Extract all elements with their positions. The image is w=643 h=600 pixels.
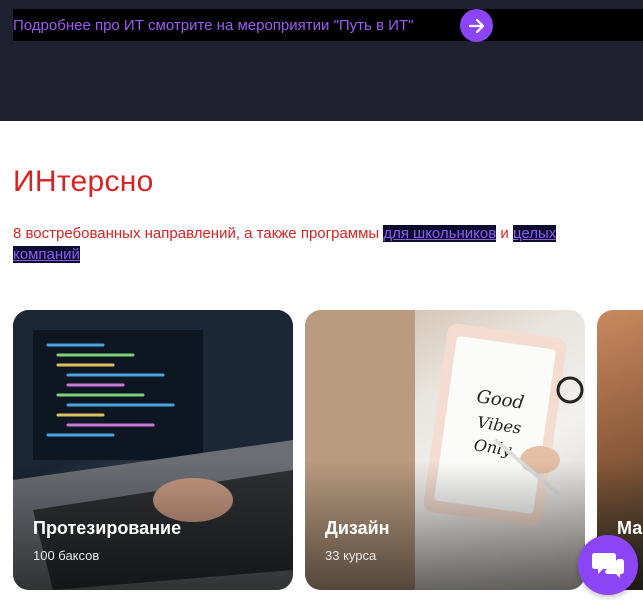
subtitle-conjunction: и — [496, 225, 513, 242]
card-title: Дизайн — [325, 518, 390, 538]
card-meta: 33 курса — [325, 548, 377, 563]
card-title: Протезирование — [33, 518, 182, 538]
arrow-right-icon[interactable] — [460, 9, 493, 42]
section-title: ИНтерсно — [13, 165, 154, 198]
promo-link[interactable]: Подробнее про ИТ смотрите на мероприятии… — [13, 9, 643, 42]
card-title: Ма — [617, 518, 643, 538]
promo-text[interactable]: Подробнее про ИТ смотрите на мероприятии… — [13, 17, 413, 34]
course-card-prosthetics[interactable]: Протезирование 100 баксов — [13, 310, 293, 590]
card-meta: 100 баксов — [33, 548, 100, 563]
section-subtitle: 8 востребованных направлений, а также пр… — [13, 223, 623, 265]
link-schoolkids[interactable]: для школьников — [383, 225, 497, 242]
course-card-design[interactable]: Good Vibes Only Дизайн 33 курса — [305, 310, 585, 590]
chat-bubbles-icon[interactable] — [578, 535, 638, 595]
promo-banner: Подробнее про ИТ смотрите на мероприятии… — [0, 0, 643, 121]
subtitle-text: 8 востребованных направлений, а также пр… — [13, 225, 384, 242]
